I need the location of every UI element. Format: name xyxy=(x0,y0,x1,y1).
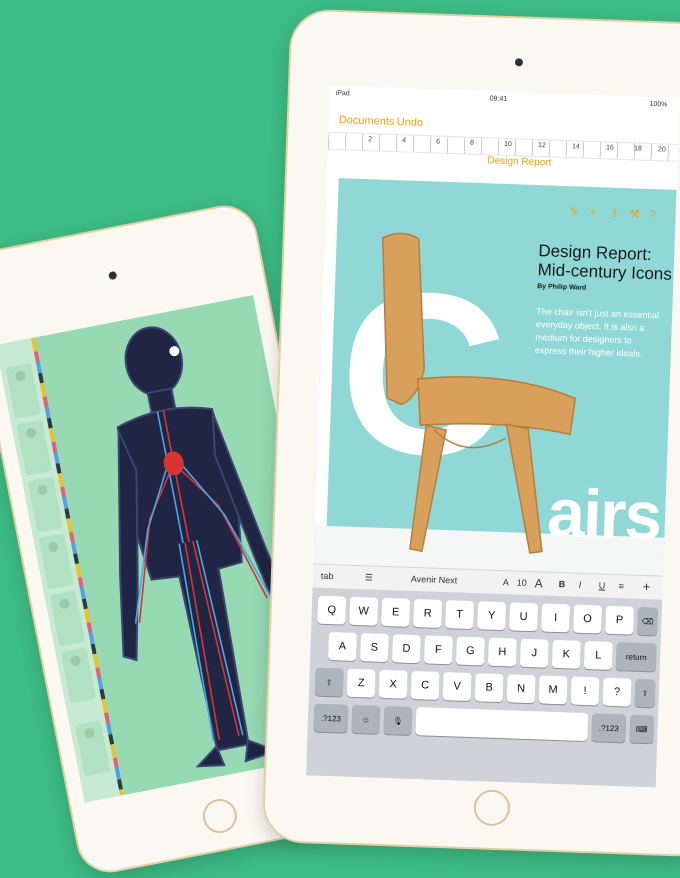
key-g[interactable]: G xyxy=(455,636,485,666)
ruler-number: 10 xyxy=(503,140,512,149)
key-y[interactable]: Y xyxy=(477,601,507,631)
indent-icon[interactable]: ☰ xyxy=(365,572,373,583)
organ-thumbnail[interactable] xyxy=(49,590,86,647)
key-a[interactable]: A xyxy=(327,632,357,662)
key-n[interactable]: N xyxy=(506,674,536,704)
emoji-icon[interactable]: ☺ xyxy=(351,704,381,734)
font-larger-button[interactable]: A xyxy=(535,576,543,590)
plus-icon[interactable]: + xyxy=(590,207,602,219)
insert-plus-icon[interactable]: + xyxy=(642,579,650,594)
ruler-number: 4 xyxy=(402,137,407,145)
gear-icon[interactable] xyxy=(5,362,41,419)
key-x[interactable]: X xyxy=(378,669,408,699)
organ-thumbnail[interactable] xyxy=(38,533,74,590)
shift-left-key[interactable]: ⇧ xyxy=(314,667,344,697)
status-time: 09:41 xyxy=(489,95,508,103)
key-d[interactable]: D xyxy=(391,634,421,664)
ruler-number: 20 xyxy=(657,146,666,154)
shift-right-key[interactable]: ⇧ xyxy=(634,678,656,708)
font-selector[interactable]: Avenir Next xyxy=(411,574,458,586)
key-j[interactable]: J xyxy=(519,638,549,668)
ruler-number: 14 xyxy=(571,143,580,151)
ruler-number: 12 xyxy=(537,142,546,150)
microphone-icon[interactable]: 🎙 xyxy=(383,706,413,735)
ruler-number: 18 xyxy=(633,145,642,153)
key-r[interactable]: R xyxy=(413,599,443,628)
key-c[interactable]: C xyxy=(410,670,440,700)
help-icon[interactable]: ? xyxy=(649,209,661,221)
status-battery: 100% xyxy=(649,100,668,109)
document-heading: Design Report: Mid-century Icons xyxy=(537,241,672,284)
home-button[interactable] xyxy=(199,796,240,836)
key-question[interactable]: ? xyxy=(602,677,632,707)
organ-thumbnail[interactable] xyxy=(27,476,63,533)
front-ipad: iPad 09:41 100% Documents Undo 2 4 6 8 1… xyxy=(261,8,680,858)
key-s[interactable]: S xyxy=(359,633,389,663)
status-device: iPad xyxy=(335,89,350,98)
organ-thumbnail[interactable] xyxy=(16,419,52,476)
space-bar[interactable] xyxy=(415,707,589,742)
key-exclamation[interactable]: ! xyxy=(570,676,600,706)
share-icon[interactable]: ⇪ xyxy=(610,208,622,220)
home-button[interactable] xyxy=(473,789,511,827)
brush-icon[interactable]: ✎ xyxy=(570,206,582,218)
wrench-icon[interactable]: ⚒ xyxy=(630,208,642,220)
return-key[interactable]: return xyxy=(615,642,657,672)
ruler-number: 16 xyxy=(605,144,614,152)
camera-dot xyxy=(108,270,118,281)
undo-button[interactable]: Undo xyxy=(397,116,424,129)
ruler-number: 2 xyxy=(368,136,373,144)
document-title: Design Report xyxy=(487,155,552,169)
document-blurb: The chair isn't just an essential everyd… xyxy=(534,306,660,359)
organ-thumbnail[interactable] xyxy=(60,647,97,704)
ruler-number: 6 xyxy=(435,138,441,146)
align-icon[interactable]: ≡ xyxy=(619,581,625,591)
key-l[interactable]: L xyxy=(583,640,613,670)
key-u[interactable]: U xyxy=(509,602,539,632)
font-size-value: 10 xyxy=(516,577,527,588)
documents-button[interactable]: Documents xyxy=(339,114,395,128)
key-b[interactable]: B xyxy=(474,673,504,703)
italic-button[interactable]: I xyxy=(579,580,582,590)
camera-dot xyxy=(514,58,524,67)
key-k[interactable]: K xyxy=(551,639,581,669)
key-z[interactable]: Z xyxy=(346,668,376,698)
key-i[interactable]: I xyxy=(541,603,571,633)
pages-screen: iPad 09:41 100% Documents Undo 2 4 6 8 1… xyxy=(305,85,680,788)
font-smaller-button[interactable]: A xyxy=(503,577,509,587)
tab-key[interactable]: tab xyxy=(321,571,334,581)
number-key-right[interactable]: .?123 xyxy=(591,713,627,743)
key-w[interactable]: W xyxy=(349,596,379,626)
underline-button[interactable]: U xyxy=(599,580,606,590)
ruler-number: 8 xyxy=(469,139,475,147)
organ-thumbnail[interactable] xyxy=(74,720,111,777)
key-q[interactable]: Q xyxy=(317,595,347,625)
delete-key[interactable]: ⌫ xyxy=(637,606,659,636)
key-f[interactable]: F xyxy=(423,635,453,665)
key-v[interactable]: V xyxy=(442,672,472,702)
keyboard-dismiss-icon[interactable]: ⌨ xyxy=(629,714,655,744)
keyboard: Q W E R T Y U I O P ⌫ A S D F G H J K L … xyxy=(305,587,663,788)
bold-button[interactable]: B xyxy=(559,579,566,589)
number-key-left[interactable]: .?123 xyxy=(313,703,349,733)
key-p[interactable]: P xyxy=(605,605,635,635)
key-h[interactable]: H xyxy=(487,637,517,667)
key-t[interactable]: T xyxy=(445,600,475,630)
key-m[interactable]: M xyxy=(538,675,568,705)
key-o[interactable]: O xyxy=(573,604,603,634)
key-e[interactable]: E xyxy=(381,597,411,627)
